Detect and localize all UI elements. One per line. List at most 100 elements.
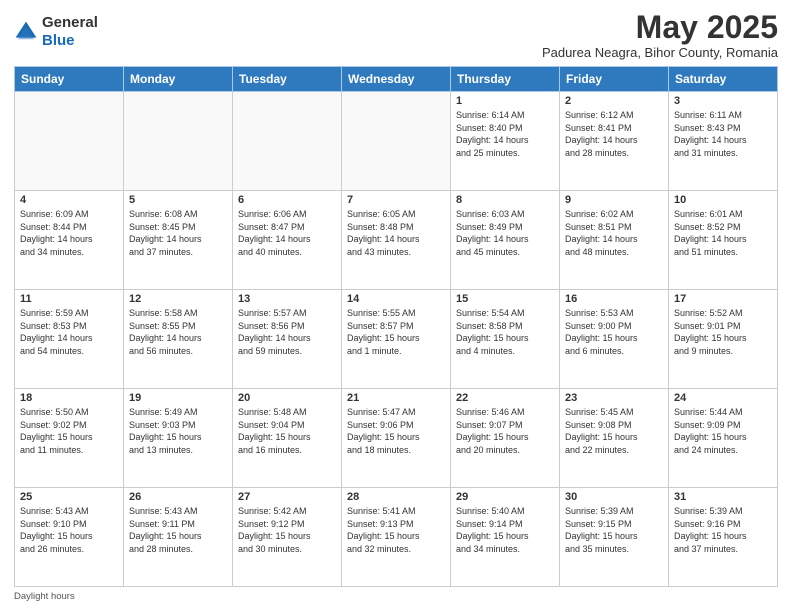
col-saturday: Saturday [669, 67, 778, 92]
logo-icon [14, 20, 38, 44]
calendar-cell: 9 Sunrise: 6:02 AM Sunset: 8:51 PM Daylig… [560, 191, 669, 290]
day-number: 18 [20, 392, 118, 404]
calendar-cell: 5 Sunrise: 6:08 AM Sunset: 8:45 PM Daylig… [124, 191, 233, 290]
day-number: 16 [565, 293, 663, 305]
calendar-cell: 2 Sunrise: 6:12 AM Sunset: 8:41 PM Daylig… [560, 92, 669, 191]
day-info: Sunrise: 5:55 AM Sunset: 8:57 PM Dayligh… [347, 307, 445, 357]
day-number: 9 [565, 194, 663, 206]
day-info: Sunrise: 5:53 AM Sunset: 9:00 PM Dayligh… [565, 307, 663, 357]
day-info: Sunrise: 5:50 AM Sunset: 9:02 PM Dayligh… [20, 406, 118, 456]
day-info: Sunrise: 6:08 AM Sunset: 8:45 PM Dayligh… [129, 208, 227, 258]
day-number: 26 [129, 491, 227, 503]
calendar-cell: 22 Sunrise: 5:46 AM Sunset: 9:07 PM Dayli… [451, 389, 560, 488]
calendar-cell: 14 Sunrise: 5:55 AM Sunset: 8:57 PM Dayli… [342, 290, 451, 389]
day-info: Sunrise: 6:12 AM Sunset: 8:41 PM Dayligh… [565, 109, 663, 159]
day-info: Sunrise: 5:46 AM Sunset: 9:07 PM Dayligh… [456, 406, 554, 456]
calendar-cell: 25 Sunrise: 5:43 AM Sunset: 9:10 PM Dayli… [15, 488, 124, 587]
day-info: Sunrise: 5:41 AM Sunset: 9:13 PM Dayligh… [347, 505, 445, 555]
calendar-cell: 23Sunrise: 5:45 AM Sunset: 9:08 PM Dayli… [560, 389, 669, 488]
calendar-cell [342, 92, 451, 191]
day-info: Sunrise: 5:39 AM Sunset: 9:15 PM Dayligh… [565, 505, 663, 555]
day-number: 28 [347, 491, 445, 503]
calendar-cell: 16 Sunrise: 5:53 AM Sunset: 9:00 PM Dayli… [560, 290, 669, 389]
calendar-cell: 1 Sunrise: 6:14 AM Sunset: 8:40 PM Daylig… [451, 92, 560, 191]
calendar-cell: 15Sunrise: 5:54 AM Sunset: 8:58 PM Dayli… [451, 290, 560, 389]
day-info: Sunrise: 5:43 AM Sunset: 9:10 PM Dayligh… [20, 505, 118, 555]
day-info: Sunrise: 5:49 AM Sunset: 9:03 PM Dayligh… [129, 406, 227, 456]
calendar-cell: 13 Sunrise: 5:57 AM Sunset: 8:56 PM Dayli… [233, 290, 342, 389]
day-number: 14 [347, 293, 445, 305]
week-row-5: 25 Sunrise: 5:43 AM Sunset: 9:10 PM Dayli… [15, 488, 778, 587]
day-number: 1 [456, 95, 554, 107]
day-number: 31 [674, 491, 772, 503]
calendar-cell: 10Sunrise: 6:01 AM Sunset: 8:52 PM Dayli… [669, 191, 778, 290]
calendar-cell: 17 Sunrise: 5:52 AM Sunset: 9:01 PM Dayli… [669, 290, 778, 389]
calendar-cell: 28 Sunrise: 5:41 AM Sunset: 9:13 PM Dayli… [342, 488, 451, 587]
week-row-2: 4 Sunrise: 6:09 AM Sunset: 8:44 PM Daylig… [15, 191, 778, 290]
footer-note: Daylight hours [14, 591, 778, 602]
calendar-cell: 18 Sunrise: 5:50 AM Sunset: 9:02 PM Dayli… [15, 389, 124, 488]
title-block: May 2025 Padurea Neagra, Bihor County, R… [542, 10, 778, 60]
calendar-cell: 20 Sunrise: 5:48 AM Sunset: 9:04 PM Dayli… [233, 389, 342, 488]
day-number: 5 [129, 194, 227, 206]
day-number: 6 [238, 194, 336, 206]
day-info: Sunrise: 6:03 AM Sunset: 8:49 PM Dayligh… [456, 208, 554, 258]
day-info: Sunrise: 5:57 AM Sunset: 8:56 PM Dayligh… [238, 307, 336, 357]
calendar-cell: 3Sunrise: 6:11 AM Sunset: 8:43 PM Daylig… [669, 92, 778, 191]
col-wednesday: Wednesday [342, 67, 451, 92]
day-number: 10 [674, 194, 772, 206]
day-number: 7 [347, 194, 445, 206]
day-number: 2 [565, 95, 663, 107]
day-info: Sunrise: 5:58 AM Sunset: 8:55 PM Dayligh… [129, 307, 227, 357]
location-subtitle: Padurea Neagra, Bihor County, Romania [542, 45, 778, 60]
week-row-1: 1 Sunrise: 6:14 AM Sunset: 8:40 PM Daylig… [15, 92, 778, 191]
day-info: Sunrise: 5:52 AM Sunset: 9:01 PM Dayligh… [674, 307, 772, 357]
calendar-cell: 12Sunrise: 5:58 AM Sunset: 8:55 PM Dayli… [124, 290, 233, 389]
day-info: Sunrise: 5:48 AM Sunset: 9:04 PM Dayligh… [238, 406, 336, 456]
calendar-cell: 30Sunrise: 5:39 AM Sunset: 9:15 PM Dayli… [560, 488, 669, 587]
day-number: 8 [456, 194, 554, 206]
calendar-cell: 11Sunrise: 5:59 AM Sunset: 8:53 PM Dayli… [15, 290, 124, 389]
calendar-cell: 31 Sunrise: 5:39 AM Sunset: 9:16 PM Dayli… [669, 488, 778, 587]
col-tuesday: Tuesday [233, 67, 342, 92]
calendar-cell: 27 Sunrise: 5:42 AM Sunset: 9:12 PM Dayli… [233, 488, 342, 587]
logo: General Blue [14, 14, 98, 50]
day-info: Sunrise: 5:40 AM Sunset: 9:14 PM Dayligh… [456, 505, 554, 555]
calendar-cell: 4 Sunrise: 6:09 AM Sunset: 8:44 PM Daylig… [15, 191, 124, 290]
header: General Blue May 2025 Padurea Neagra, Bi… [14, 10, 778, 60]
day-number: 22 [456, 392, 554, 404]
calendar-cell [124, 92, 233, 191]
logo-general: General [42, 14, 98, 32]
calendar-cell: 7 Sunrise: 6:05 AM Sunset: 8:48 PM Daylig… [342, 191, 451, 290]
calendar-cell: 24 Sunrise: 5:44 AM Sunset: 9:09 PM Dayli… [669, 389, 778, 488]
calendar-cell: 6 Sunrise: 6:06 AM Sunset: 8:47 PM Daylig… [233, 191, 342, 290]
day-info: Sunrise: 6:09 AM Sunset: 8:44 PM Dayligh… [20, 208, 118, 258]
day-number: 24 [674, 392, 772, 404]
day-info: Sunrise: 5:42 AM Sunset: 9:12 PM Dayligh… [238, 505, 336, 555]
day-number: 17 [674, 293, 772, 305]
day-number: 19 [129, 392, 227, 404]
calendar-cell: 29Sunrise: 5:40 AM Sunset: 9:14 PM Dayli… [451, 488, 560, 587]
month-title: May 2025 [542, 10, 778, 45]
day-info: Sunrise: 6:05 AM Sunset: 8:48 PM Dayligh… [347, 208, 445, 258]
day-info: Sunrise: 5:43 AM Sunset: 9:11 PM Dayligh… [129, 505, 227, 555]
day-info: Sunrise: 5:59 AM Sunset: 8:53 PM Dayligh… [20, 307, 118, 357]
day-number: 21 [347, 392, 445, 404]
day-info: Sunrise: 5:39 AM Sunset: 9:16 PM Dayligh… [674, 505, 772, 555]
col-sunday: Sunday [15, 67, 124, 92]
day-number: 20 [238, 392, 336, 404]
header-row: Sunday Monday Tuesday Wednesday Thursday… [15, 67, 778, 92]
day-number: 13 [238, 293, 336, 305]
day-info: Sunrise: 6:14 AM Sunset: 8:40 PM Dayligh… [456, 109, 554, 159]
day-info: Sunrise: 5:45 AM Sunset: 9:08 PM Dayligh… [565, 406, 663, 456]
day-number: 3 [674, 95, 772, 107]
day-number: 27 [238, 491, 336, 503]
day-info: Sunrise: 6:06 AM Sunset: 8:47 PM Dayligh… [238, 208, 336, 258]
day-info: Sunrise: 6:02 AM Sunset: 8:51 PM Dayligh… [565, 208, 663, 258]
day-number: 4 [20, 194, 118, 206]
calendar-cell: 26 Sunrise: 5:43 AM Sunset: 9:11 PM Dayli… [124, 488, 233, 587]
week-row-4: 18 Sunrise: 5:50 AM Sunset: 9:02 PM Dayli… [15, 389, 778, 488]
calendar-cell: 8 Sunrise: 6:03 AM Sunset: 8:49 PM Daylig… [451, 191, 560, 290]
day-info: Sunrise: 5:44 AM Sunset: 9:09 PM Dayligh… [674, 406, 772, 456]
day-number: 25 [20, 491, 118, 503]
